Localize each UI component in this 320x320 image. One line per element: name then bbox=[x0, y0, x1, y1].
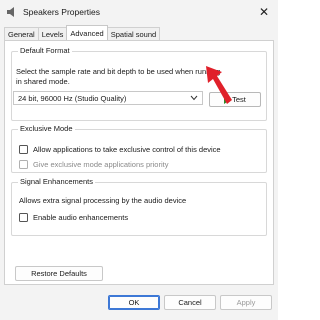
tab-advanced[interactable]: Advanced bbox=[66, 25, 108, 40]
chevron-down-icon bbox=[190, 95, 198, 101]
exclusive-control-label: Allow applications to take exclusive con… bbox=[33, 145, 221, 154]
window-title: Speakers Properties bbox=[23, 7, 101, 17]
tab-spatial-sound[interactable]: Spatial sound bbox=[106, 27, 161, 40]
sample-rate-selected-value: 24 bit, 96000 Hz (Studio Quality) bbox=[18, 94, 127, 103]
annotation-arrow-icon bbox=[206, 66, 232, 104]
audio-enhancements-checkbox-row[interactable]: Enable audio enhancements bbox=[19, 213, 128, 222]
close-icon[interactable]: ✕ bbox=[256, 4, 272, 20]
signal-enhancements-description: Allows extra signal processing by the au… bbox=[19, 196, 187, 205]
restore-defaults-button[interactable]: Restore Defaults bbox=[15, 266, 103, 281]
exclusive-priority-checkbox bbox=[19, 160, 28, 169]
speakers-properties-dialog: Speakers Properties ✕ General Levels Adv… bbox=[0, 0, 278, 320]
signal-enhancements-group: Signal Enhancements bbox=[11, 177, 267, 236]
ok-button[interactable]: OK bbox=[108, 295, 160, 310]
exclusive-priority-label: Give exclusive mode applications priorit… bbox=[33, 160, 169, 169]
apply-button: Apply bbox=[220, 295, 272, 310]
audio-enhancements-checkbox[interactable] bbox=[19, 213, 28, 222]
exclusive-mode-title: Exclusive Mode bbox=[18, 124, 75, 133]
audio-enhancements-label: Enable audio enhancements bbox=[33, 213, 129, 222]
tab-general[interactable]: General bbox=[4, 27, 39, 40]
tab-bar: General Levels Advanced Spatial sound bbox=[4, 25, 161, 41]
tab-levels[interactable]: Levels bbox=[37, 27, 68, 40]
exclusive-priority-checkbox-row: Give exclusive mode applications priorit… bbox=[19, 160, 168, 169]
speaker-icon bbox=[7, 7, 14, 17]
cancel-button[interactable]: Cancel bbox=[164, 295, 216, 310]
title-bar: Speakers Properties ✕ bbox=[0, 0, 278, 24]
test-button-label: Test bbox=[232, 95, 246, 104]
exclusive-control-checkbox[interactable] bbox=[19, 145, 28, 154]
default-format-title: Default Format bbox=[18, 46, 72, 55]
exclusive-control-checkbox-row[interactable]: Allow applications to take exclusive con… bbox=[19, 145, 221, 154]
signal-enhancements-title: Signal Enhancements bbox=[18, 177, 95, 186]
sample-rate-select[interactable]: 24 bit, 96000 Hz (Studio Quality) bbox=[13, 91, 203, 105]
